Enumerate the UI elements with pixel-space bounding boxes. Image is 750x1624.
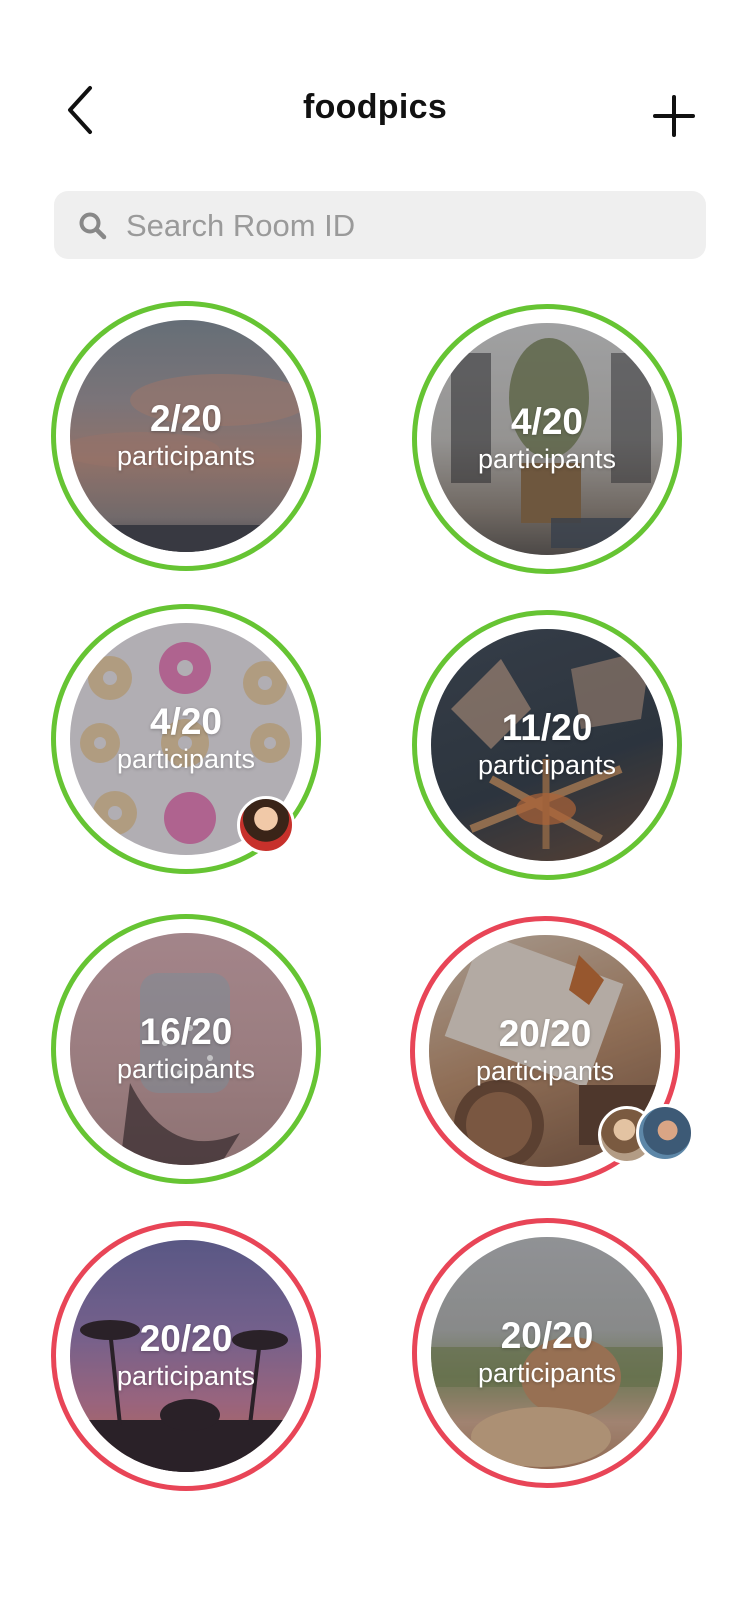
participant-count: 4/20	[510, 401, 583, 442]
participant-label: participants	[477, 1358, 617, 1388]
participant-count: 20/20	[498, 1013, 592, 1054]
participant-count: 20/20	[500, 1315, 594, 1356]
participant-count: 11/20	[501, 707, 593, 748]
room-tile[interactable]: 20/20 participants	[412, 1218, 682, 1488]
header: foodpics	[0, 0, 750, 200]
participant-count: 20/20	[139, 1318, 233, 1359]
participant-label: participants	[477, 444, 617, 474]
room-tile[interactable]: 20/20 participants	[410, 916, 694, 1186]
participant-label: participants	[477, 750, 617, 780]
room-tile[interactable]: 20/20 participants	[51, 1221, 321, 1491]
room-tile[interactable]: 16/20 participants	[51, 914, 321, 1184]
participant-label: participants	[116, 441, 256, 471]
participant-count: 2/20	[149, 398, 222, 439]
participant-count: 4/20	[149, 701, 222, 742]
room-tile[interactable]: 2/20 participants	[51, 301, 321, 571]
participant-label: participants	[116, 744, 256, 774]
participant-avatar	[237, 796, 295, 854]
search-input[interactable]	[124, 191, 688, 261]
search-icon	[79, 212, 107, 240]
participant-label: participants	[116, 1054, 256, 1084]
room-tile[interactable]: 11/20 participants	[412, 610, 682, 880]
search-bar	[54, 191, 706, 261]
participant-label: participants	[116, 1361, 256, 1391]
participant-avatar	[636, 1104, 694, 1162]
participant-label: participants	[475, 1056, 615, 1086]
room-tile[interactable]: 4/20 participants	[412, 304, 682, 574]
page-title: foodpics	[302, 88, 448, 126]
participant-count: 16/20	[139, 1011, 233, 1052]
room-tile[interactable]: 4/20 participants	[51, 604, 321, 874]
plus-icon[interactable]	[652, 94, 696, 138]
